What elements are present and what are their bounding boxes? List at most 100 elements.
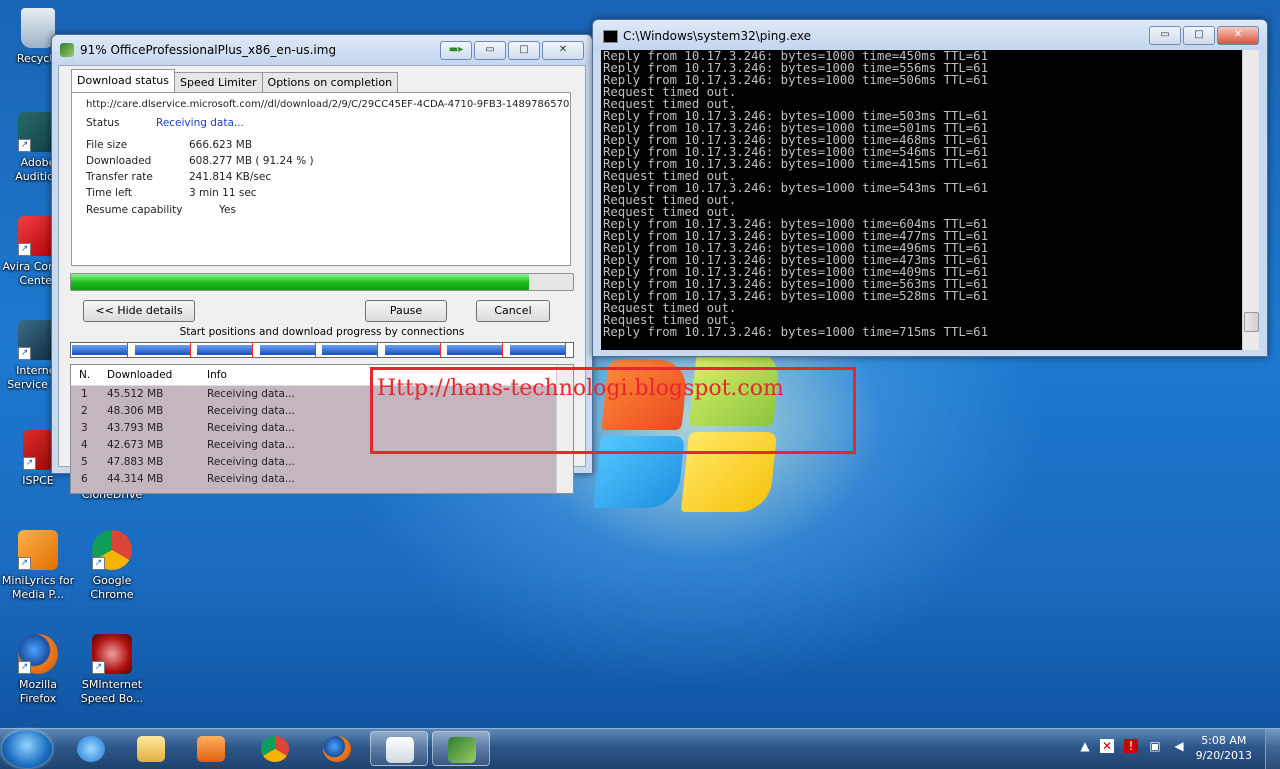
taskbar-media-player[interactable] bbox=[182, 731, 240, 766]
chrome-icon: ↗ bbox=[92, 530, 132, 570]
arrow-icon[interactable]: ▬▸ bbox=[440, 41, 472, 60]
connection-start-marker bbox=[502, 343, 504, 357]
idm-titlebar[interactable]: 91% OfficeProfessionalPlus_x86_en-us.img… bbox=[52, 35, 592, 65]
taskbar-google-chrome[interactable] bbox=[246, 731, 304, 766]
folder-icon bbox=[137, 736, 165, 762]
connection-segment bbox=[509, 345, 566, 355]
scrollbar-thumb[interactable] bbox=[1244, 312, 1259, 332]
taskbar-internet-download-manager[interactable] bbox=[432, 731, 490, 766]
tab-speed-limiter[interactable]: Speed Limiter bbox=[173, 72, 263, 92]
taskbar-firefox[interactable] bbox=[308, 731, 366, 766]
maximize-button[interactable]: □ bbox=[508, 41, 540, 60]
desktop-icon-mozilla-firefox[interactable]: ↗ Mozilla Firefox bbox=[0, 634, 76, 706]
resume-capability-value: Yes bbox=[219, 204, 236, 216]
row-info: Receiving data... bbox=[207, 388, 295, 400]
connection-start-marker bbox=[252, 343, 254, 357]
watermark-box: Http://hans-technologi.blogspot.com bbox=[370, 367, 856, 454]
connection-segment bbox=[197, 345, 254, 355]
column-n[interactable]: N. bbox=[79, 369, 90, 381]
show-desktop-button[interactable] bbox=[1265, 729, 1280, 769]
row-n: 2 bbox=[81, 405, 88, 417]
download-url: http://care.dlservice.microsoft.com//dl/… bbox=[86, 99, 570, 110]
chrome-icon bbox=[261, 736, 289, 762]
taskbar-internet-explorer[interactable] bbox=[62, 731, 120, 766]
column-info[interactable]: Info bbox=[207, 369, 227, 381]
row-info: Receiving data... bbox=[207, 405, 295, 417]
media-player-icon bbox=[197, 736, 225, 762]
music-notes-icon: ↗ bbox=[18, 530, 58, 570]
connections-title: Start positions and download progress by… bbox=[179, 326, 465, 338]
tab-options-on-completion[interactable]: Options on completion bbox=[261, 72, 399, 92]
console-scrollbar[interactable] bbox=[1242, 50, 1259, 350]
row-n: 5 bbox=[81, 456, 88, 468]
console-output[interactable]: Reply from 10.17.3.246: bytes=1000 time=… bbox=[601, 50, 1249, 350]
desktop-icon-minilyrics[interactable]: ↗ MiniLyrics for Media P... bbox=[0, 530, 76, 602]
connection-start-marker bbox=[127, 343, 129, 357]
row-downloaded: 43.793 MB bbox=[107, 422, 164, 434]
column-downloaded[interactable]: Downloaded bbox=[107, 369, 172, 381]
console-line: Reply from 10.17.3.246: bytes=1000 time=… bbox=[603, 325, 988, 339]
row-n: 3 bbox=[81, 422, 88, 434]
row-downloaded: 45.512 MB bbox=[107, 388, 164, 400]
idm-icon bbox=[448, 737, 476, 763]
cancel-button[interactable]: Cancel bbox=[476, 300, 550, 322]
avira-tray-icon[interactable]: ! bbox=[1124, 739, 1138, 753]
taskbar-windows-explorer[interactable] bbox=[122, 731, 180, 766]
clock[interactable]: 5:08 AM 9/20/2013 bbox=[1196, 733, 1252, 763]
desktop-icon-google-chrome[interactable]: ↗ Google Chrome bbox=[74, 530, 150, 602]
connection-segment bbox=[322, 345, 379, 355]
pause-button[interactable]: Pause bbox=[365, 300, 447, 322]
idm-icon bbox=[60, 43, 74, 57]
row-info: Receiving data... bbox=[207, 422, 295, 434]
status-label: Status bbox=[86, 117, 120, 129]
show-hidden-icons[interactable]: ▲ bbox=[1078, 739, 1092, 753]
desktop-icon-label: Mozilla Firefox bbox=[19, 678, 57, 705]
connection-segment bbox=[134, 345, 191, 355]
close-button[interactable]: ✕ bbox=[542, 41, 584, 60]
recycle-bin-icon bbox=[21, 8, 55, 48]
desktop-icon-sminternet[interactable]: ↗ SMInternet Speed Bo... bbox=[74, 634, 150, 706]
console-icon bbox=[603, 30, 618, 43]
row-downloaded: 44.314 MB bbox=[107, 473, 164, 485]
network-warning-icon[interactable]: ✕ bbox=[1100, 739, 1114, 753]
window-icon bbox=[386, 737, 414, 763]
connections-progress-bar bbox=[70, 342, 574, 358]
close-button[interactable]: ✕ bbox=[1217, 26, 1259, 45]
time-left-value: 3 min 11 sec bbox=[189, 187, 257, 199]
status-value: Receiving data... bbox=[156, 117, 244, 129]
connection-start-marker bbox=[377, 343, 379, 357]
connection-segment bbox=[384, 345, 441, 355]
idm-title: 91% OfficeProfessionalPlus_x86_en-us.img bbox=[80, 43, 337, 57]
list-item[interactable]: 6 44.314 MB Receiving data... bbox=[71, 471, 573, 488]
row-info: Receiving data... bbox=[207, 456, 295, 468]
volume-icon[interactable]: ◀ bbox=[1172, 739, 1186, 753]
connection-segment bbox=[259, 345, 316, 355]
transfer-rate-label: Transfer rate bbox=[86, 171, 153, 183]
downloaded-label: Downloaded bbox=[86, 155, 152, 167]
connection-start-marker bbox=[314, 343, 316, 357]
minimize-button[interactable]: ▭ bbox=[474, 41, 506, 60]
speed-booster-icon: ↗ bbox=[92, 634, 132, 674]
start-button[interactable] bbox=[2, 730, 52, 768]
download-progress-fill bbox=[71, 274, 530, 290]
maximize-button[interactable]: □ bbox=[1183, 26, 1215, 45]
tab-download-status[interactable]: Download status bbox=[71, 69, 175, 92]
resume-capability-label: Resume capability bbox=[86, 204, 183, 216]
desktop-icon-label: ISPCE bbox=[22, 474, 54, 487]
download-status-panel: http://care.dlservice.microsoft.com//dl/… bbox=[71, 92, 571, 266]
firefox-icon: ↗ bbox=[18, 634, 58, 674]
minimize-button[interactable]: ▭ bbox=[1149, 26, 1181, 45]
row-downloaded: 48.306 MB bbox=[107, 405, 164, 417]
desktop-icon-label: SMInternet Speed Bo... bbox=[80, 678, 144, 705]
connection-start-marker bbox=[189, 343, 191, 357]
hide-details-button[interactable]: << Hide details bbox=[83, 300, 195, 322]
desktop-icon-label: MiniLyrics for Media P... bbox=[1, 574, 75, 601]
console-titlebar[interactable]: C:\Windows\system32\ping.exe ▭ □ ✕ bbox=[593, 20, 1267, 50]
taskbar-idm-window[interactable] bbox=[370, 731, 428, 766]
list-item[interactable]: 5 47.883 MB Receiving data... bbox=[71, 454, 573, 471]
connection-segment bbox=[447, 345, 504, 355]
row-downloaded: 47.883 MB bbox=[107, 456, 164, 468]
row-info: Receiving data... bbox=[207, 473, 295, 485]
downloaded-value: 608.277 MB ( 91.24 % ) bbox=[189, 155, 314, 167]
network-icon[interactable]: ▣ bbox=[1148, 739, 1162, 753]
